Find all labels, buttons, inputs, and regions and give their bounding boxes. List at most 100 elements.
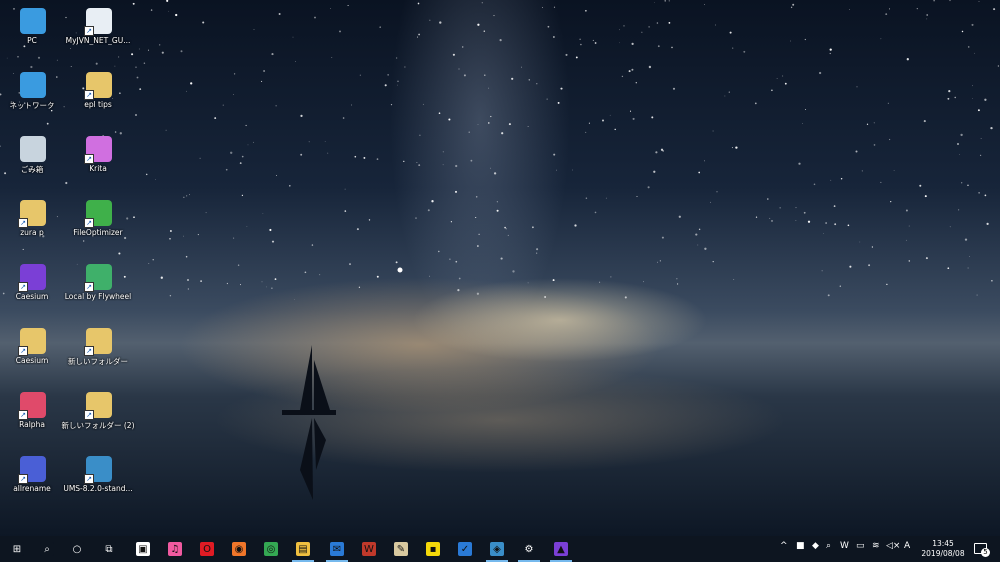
star [813, 183, 816, 186]
desktop-icon[interactable]: ↗ 新しいフォルダー (2) [61, 386, 135, 446]
desktop-icon[interactable]: ↗ Caesium [0, 258, 64, 318]
star [275, 105, 277, 107]
desktop-icon-label: UMS-8.2.0-stand... [63, 484, 133, 493]
desktop-icon[interactable]: PC [0, 2, 64, 62]
taskbar-search-button[interactable]: ⌕ [32, 538, 62, 560]
notification-center-button[interactable]: 5 [972, 540, 990, 558]
store-icon: ▣ [136, 542, 150, 556]
star [368, 219, 371, 221]
taskbar-winamp-button[interactable]: W [354, 538, 384, 560]
desktop-icon[interactable]: ↗ UMS-8.2.0-stand... [63, 450, 133, 510]
star [233, 94, 235, 96]
tray-overflow-icon[interactable]: ^ [780, 541, 788, 551]
taskbar-caesium-button[interactable]: ▲ [546, 538, 576, 562]
desktop-icon[interactable]: ↗ Caesium [0, 322, 64, 382]
star [233, 237, 235, 239]
star [431, 200, 434, 203]
star [886, 283, 888, 286]
star [419, 134, 421, 136]
star [716, 191, 718, 193]
desktop-icon[interactable]: ↗ 新しいフォルダー [66, 322, 130, 382]
star [358, 286, 361, 288]
star [657, 45, 660, 48]
star [395, 57, 398, 59]
star [784, 82, 787, 85]
nvidia-icon[interactable]: ■ [796, 541, 805, 551]
taskbar-task-view-button[interactable]: ⧉ [94, 538, 124, 560]
star [964, 238, 968, 241]
taskbar-notepad-button[interactable]: ✎ [386, 538, 416, 560]
taskbar-outlook-button[interactable]: ✉ [322, 538, 352, 562]
star [671, 46, 673, 49]
star [825, 222, 827, 224]
taskbar-itunes-button[interactable]: ♫ [160, 538, 190, 560]
star [452, 53, 455, 56]
start-button[interactable]: ⊞ [2, 538, 32, 560]
star [729, 31, 732, 34]
taskbar-ums-button[interactable]: ◈ [482, 538, 512, 562]
star [710, 201, 711, 203]
star [614, 128, 616, 131]
star [771, 219, 773, 222]
desktop-icon[interactable]: ↗ FileOptimizer [66, 194, 130, 254]
star [379, 26, 381, 28]
ime-indicator[interactable]: A [904, 541, 910, 551]
star [585, 131, 587, 133]
star [455, 260, 458, 263]
battery-icon[interactable]: ▭ [856, 541, 865, 551]
settings-icon: ⚙ [522, 542, 536, 556]
star [438, 250, 440, 253]
star [237, 264, 240, 266]
desktop-icon[interactable]: ごみ箱 [0, 130, 64, 190]
star [641, 31, 643, 33]
desktop-icon[interactable]: ↗ epl tips [66, 66, 130, 126]
wifi-icon[interactable]: ≋ [872, 541, 880, 551]
star [984, 98, 987, 101]
taskbar-todo-button[interactable]: ✓ [450, 538, 480, 560]
star [839, 285, 841, 287]
star [574, 224, 577, 227]
shortcut-arrow-icon: ↗ [84, 90, 94, 100]
star [631, 68, 634, 71]
star [868, 264, 871, 267]
desktop-icon[interactable]: ↗ Krita [66, 130, 130, 190]
desktop-icon[interactable]: ネットワーク [0, 66, 64, 126]
star [643, 281, 644, 283]
taskbar-settings-button[interactable]: ⚙ [514, 538, 544, 562]
star [947, 97, 950, 100]
desktop-icon[interactable]: ↗ allrename [0, 450, 64, 510]
star [449, 258, 451, 260]
star [493, 172, 497, 175]
star [967, 184, 969, 187]
desktop-icon[interactable]: ↗ zura p [0, 194, 64, 254]
taskbar-sticky-notes-button[interactable]: ▪ [418, 538, 448, 560]
star [418, 33, 420, 36]
taskbar-file-explorer-button[interactable]: ▤ [288, 538, 318, 562]
security-shield-icon[interactable]: ◆ [812, 541, 819, 551]
star [187, 279, 189, 281]
star [916, 7, 918, 10]
clock[interactable]: 13:45 2019/08/08 [918, 539, 968, 559]
taskbar-opera-button[interactable]: O [192, 538, 222, 560]
star [585, 10, 587, 12]
desktop-icon[interactable]: ↗ Ralpha [0, 386, 64, 446]
star [387, 74, 389, 76]
star [724, 95, 726, 97]
star [972, 85, 973, 87]
winamp-tray-icon[interactable]: W [840, 541, 849, 551]
taskbar-cortana-button[interactable]: ○ [62, 538, 92, 560]
cortana-icon: ○ [70, 542, 84, 556]
desktop-icon[interactable]: ↗ MyJVN_NET_GU... [66, 2, 130, 62]
taskbar-store-button[interactable]: ▣ [128, 538, 158, 560]
desktop-icon[interactable]: ↗ Local by Flywheel [65, 258, 131, 318]
search-tool-icon[interactable]: ⌕ [826, 541, 831, 551]
star [169, 237, 171, 240]
taskbar-firefox-button[interactable]: ◉ [224, 538, 254, 560]
taskbar-chrome-button[interactable]: ◎ [256, 538, 286, 560]
star [199, 157, 201, 159]
star [588, 122, 590, 124]
star [427, 209, 430, 212]
star [834, 223, 837, 226]
volume-icon[interactable]: ◁× [886, 541, 900, 551]
sticky-notes-icon: ▪ [426, 542, 440, 556]
